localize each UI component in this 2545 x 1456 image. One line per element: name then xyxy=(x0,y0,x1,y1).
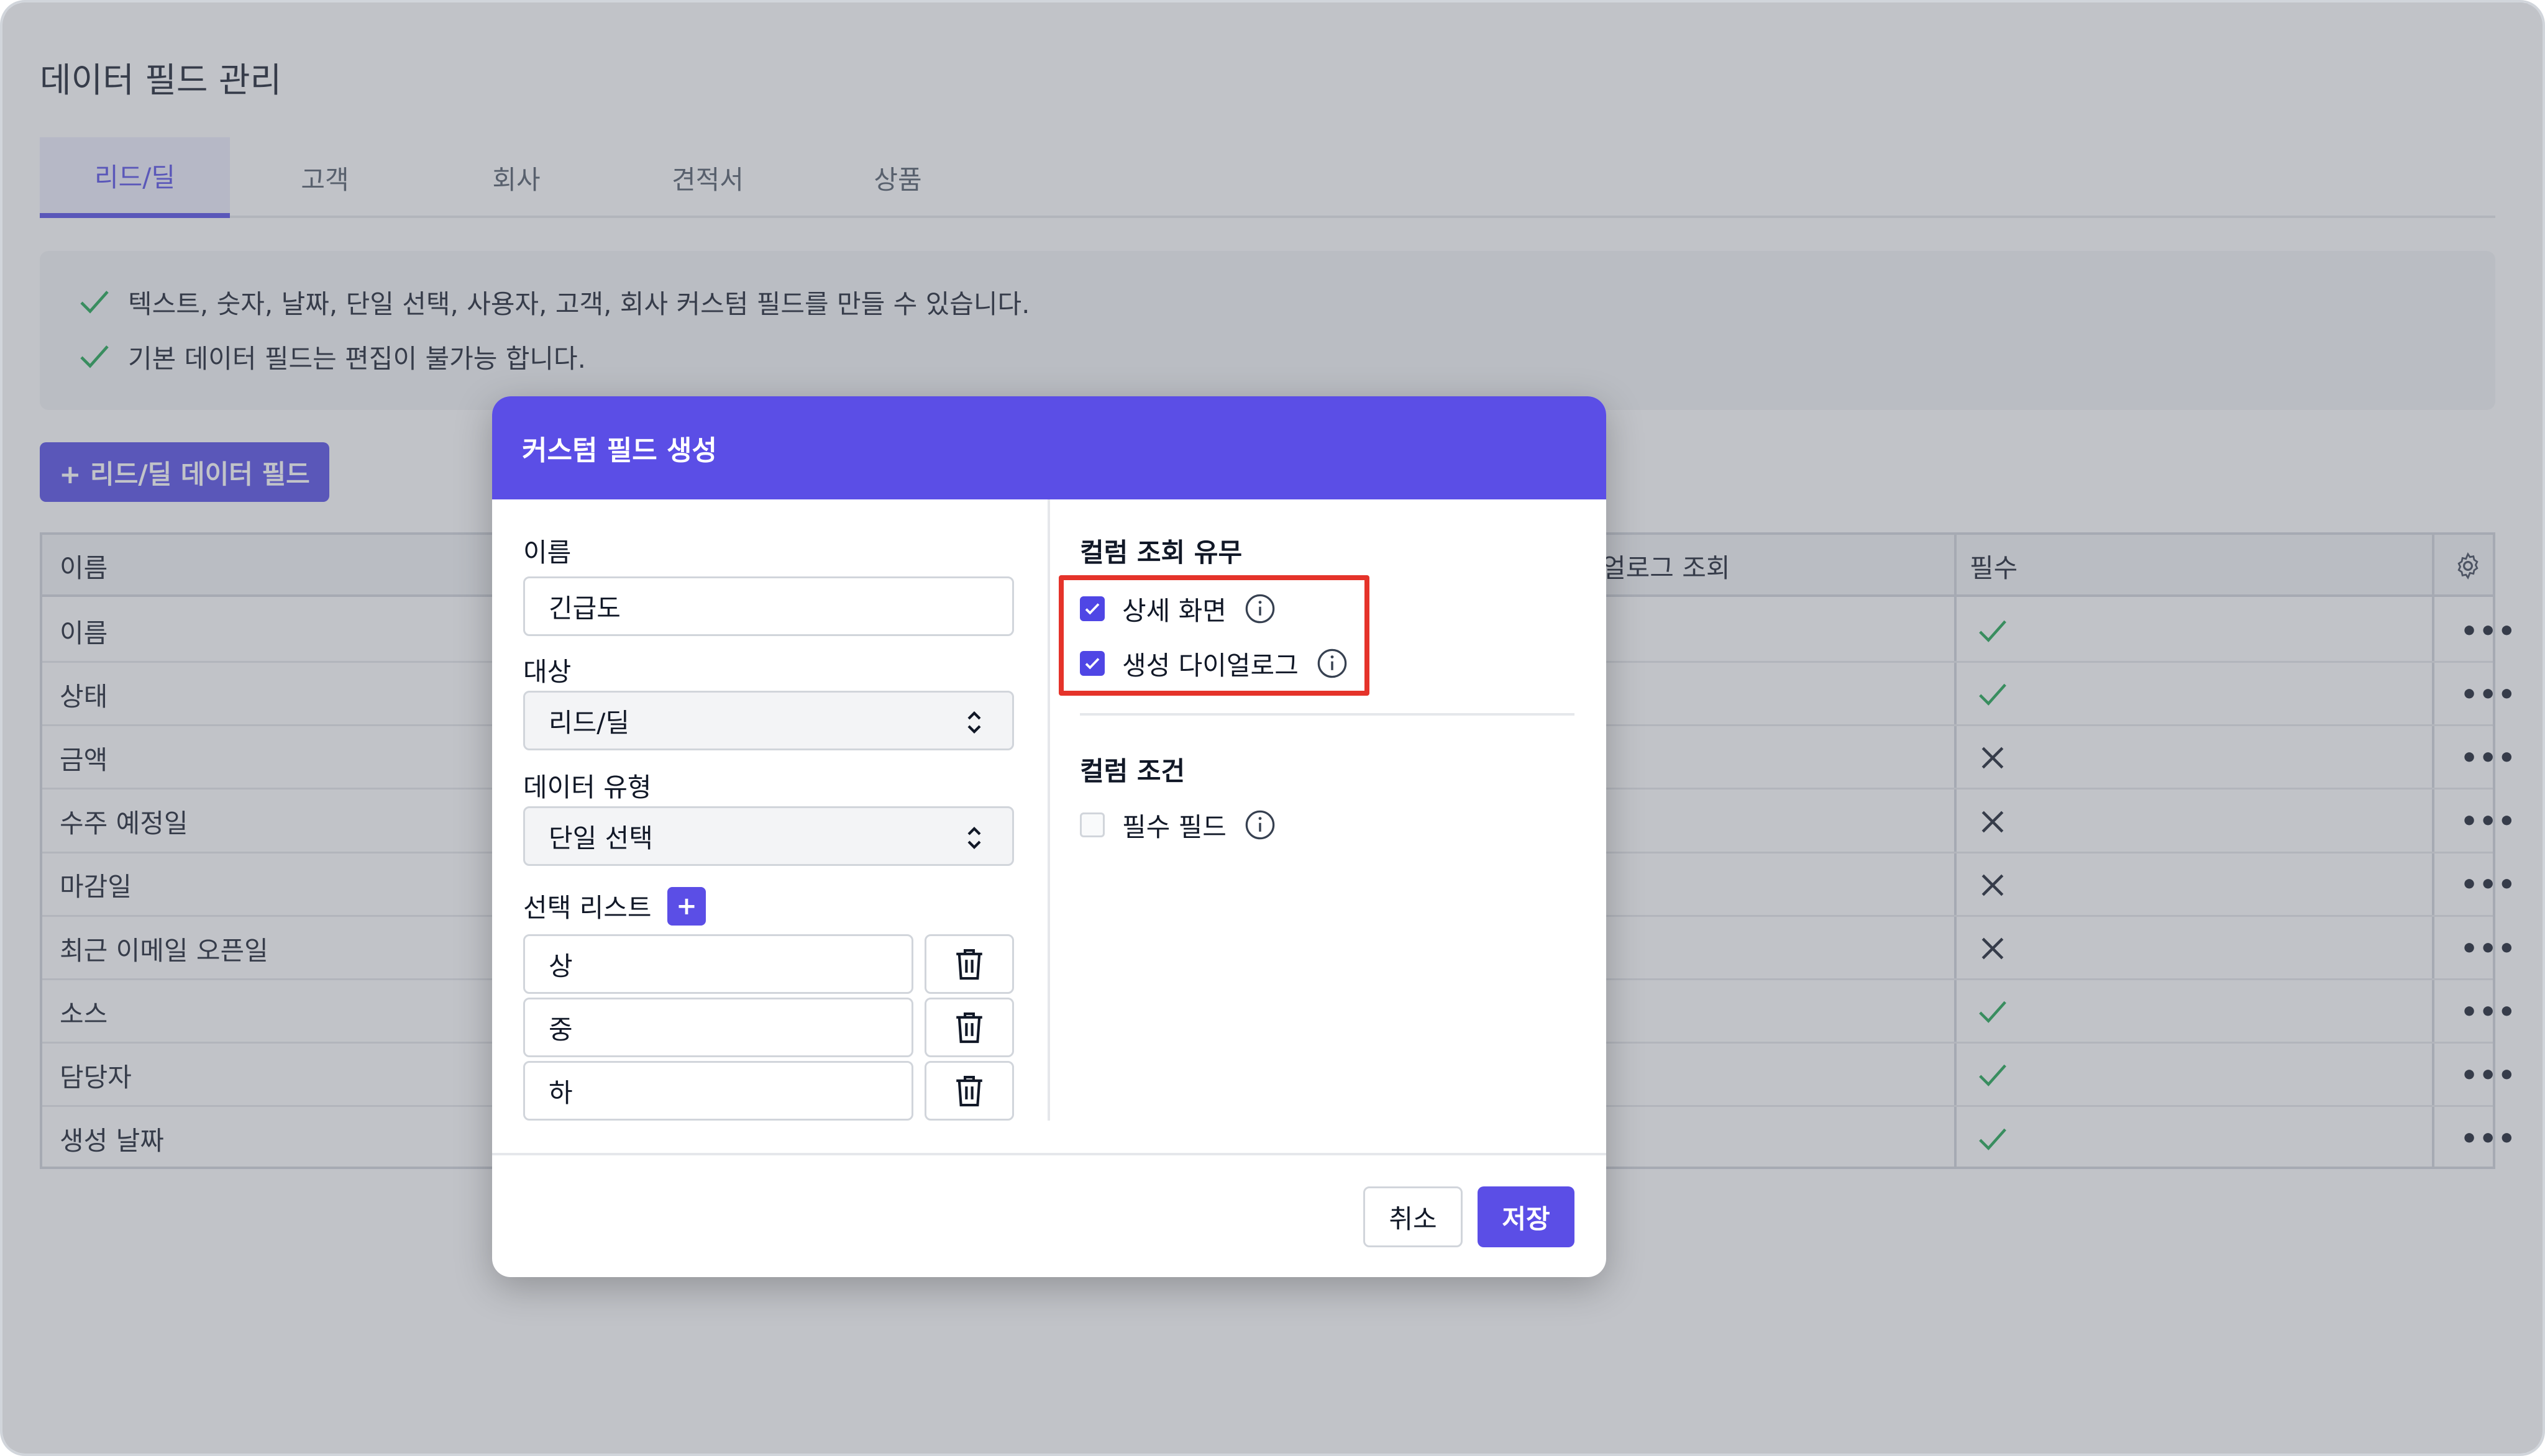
required-field-checkbox[interactable] xyxy=(1080,812,1105,837)
custom-field-modal: 커스텀 필드 생성 이름 긴급도 대상 리드/딜 데이터 유형 단일 선택 선택… xyxy=(492,396,1606,1277)
modal-header: 커스텀 필드 생성 xyxy=(492,396,1606,499)
trash-icon xyxy=(956,949,982,980)
highlight-box xyxy=(1059,575,1369,696)
required-field-row: 필수 필드 xyxy=(1080,806,1276,844)
option-input[interactable]: 중 xyxy=(523,998,913,1057)
add-option-button[interactable]: + xyxy=(667,887,706,926)
data-field-page: 데이터 필드 관리 리드/딜 고객 회사 견적서 상품 텍스트, 숫자, 날짜,… xyxy=(2,2,2543,1454)
delete-option-button[interactable] xyxy=(925,1061,1014,1121)
target-value: 리드/딜 xyxy=(549,707,630,738)
type-value: 단일 선택 xyxy=(549,822,653,853)
option-input[interactable]: 상 xyxy=(523,934,913,994)
required-field-label: 필수 필드 xyxy=(1122,811,1227,842)
view-section-title: 컬럼 조회 유무 xyxy=(1080,537,1243,568)
section-divider xyxy=(1080,713,1574,716)
condition-section-title: 컬럼 조건 xyxy=(1080,756,1186,786)
target-select[interactable]: 리드/딜 xyxy=(523,691,1014,750)
name-input[interactable]: 긴급도 xyxy=(523,576,1014,636)
save-button[interactable]: 저장 xyxy=(1478,1186,1574,1247)
type-label: 데이터 유형 xyxy=(523,772,652,803)
column-divider xyxy=(1048,499,1050,1121)
name-label: 이름 xyxy=(523,537,572,568)
list-label: 선택 리스트 xyxy=(523,893,652,923)
cancel-button[interactable]: 취소 xyxy=(1363,1186,1463,1247)
trash-icon xyxy=(956,1012,982,1044)
info-icon[interactable] xyxy=(1244,809,1276,841)
trash-icon xyxy=(956,1076,982,1107)
type-select[interactable]: 단일 선택 xyxy=(523,806,1014,866)
delete-option-button[interactable] xyxy=(925,934,1014,994)
footer-divider xyxy=(492,1153,1606,1155)
target-label: 대상 xyxy=(523,657,572,687)
modal-title: 커스텀 필드 생성 xyxy=(522,435,717,466)
chevron-updown-icon xyxy=(967,827,981,849)
delete-option-button[interactable] xyxy=(925,998,1014,1057)
app-window: 데이터 필드 관리 리드/딜 고객 회사 견적서 상품 텍스트, 숫자, 날짜,… xyxy=(0,0,2545,1456)
option-input[interactable]: 하 xyxy=(523,1061,913,1121)
chevron-updown-icon xyxy=(967,711,981,734)
